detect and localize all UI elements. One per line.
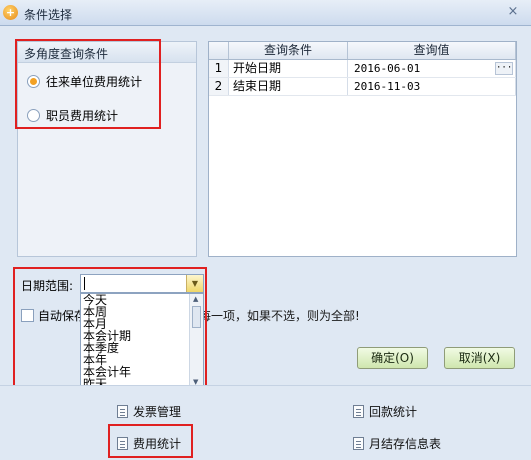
bottom-nav: 发票管理 回款统计 费用统计 月结存信息表: [0, 385, 531, 460]
row-condition[interactable]: 结束日期: [229, 78, 348, 95]
grid-header-index: [209, 42, 229, 59]
window-title: 条件选择: [24, 8, 73, 22]
row-value-cell[interactable]: 2016-06-01 ···: [348, 60, 516, 77]
row-index: 2: [209, 78, 229, 95]
table-row[interactable]: 2 结束日期 2016-11-03: [209, 78, 516, 96]
grid-header-value[interactable]: 查询值: [348, 42, 516, 59]
row-value[interactable]: 2016-11-03: [354, 80, 420, 93]
title-bar: + 条件选择 ×: [0, 0, 531, 26]
nav-invoice-management[interactable]: 发票管理: [117, 403, 181, 420]
document-icon: [353, 437, 364, 450]
row-condition[interactable]: 开始日期: [229, 60, 348, 77]
nav-label[interactable]: 回款统计: [369, 403, 417, 420]
table-row[interactable]: 1 开始日期 2016-06-01 ···: [209, 60, 516, 78]
row-value-cell[interactable]: 2016-11-03: [348, 78, 516, 95]
highlight-box-expense: [108, 424, 193, 458]
nav-payment-stats[interactable]: 回款统计: [353, 403, 417, 420]
document-icon: [117, 405, 128, 418]
app-logo-icon: +: [3, 5, 18, 20]
condition-dialog: 多角度查询条件 往来单位费用统计 职员费用统计 查询条件 查询值 1 开始日期 …: [0, 27, 531, 392]
ok-button[interactable]: 确定(O): [357, 347, 428, 369]
highlight-box-date-range: [13, 267, 207, 392]
nav-label[interactable]: 月结存信息表: [369, 435, 441, 452]
grid-header: 查询条件 查询值: [209, 42, 516, 60]
cancel-button[interactable]: 取消(X): [444, 347, 515, 369]
close-icon[interactable]: ×: [505, 4, 521, 20]
grid-header-condition[interactable]: 查询条件: [229, 42, 348, 59]
nav-label[interactable]: 发票管理: [133, 403, 181, 420]
ellipsis-button[interactable]: ···: [495, 62, 513, 75]
highlight-box-options: [15, 39, 161, 129]
row-index: 1: [209, 60, 229, 77]
document-icon: [353, 405, 364, 418]
hint-text: 对每一项，如果不选，则为全部!: [187, 309, 360, 323]
query-grid: 查询条件 查询值 1 开始日期 2016-06-01 ··· 2 结束日期 20…: [208, 41, 517, 257]
row-value[interactable]: 2016-06-01: [354, 62, 420, 75]
nav-monthly-inventory[interactable]: 月结存信息表: [353, 435, 441, 452]
